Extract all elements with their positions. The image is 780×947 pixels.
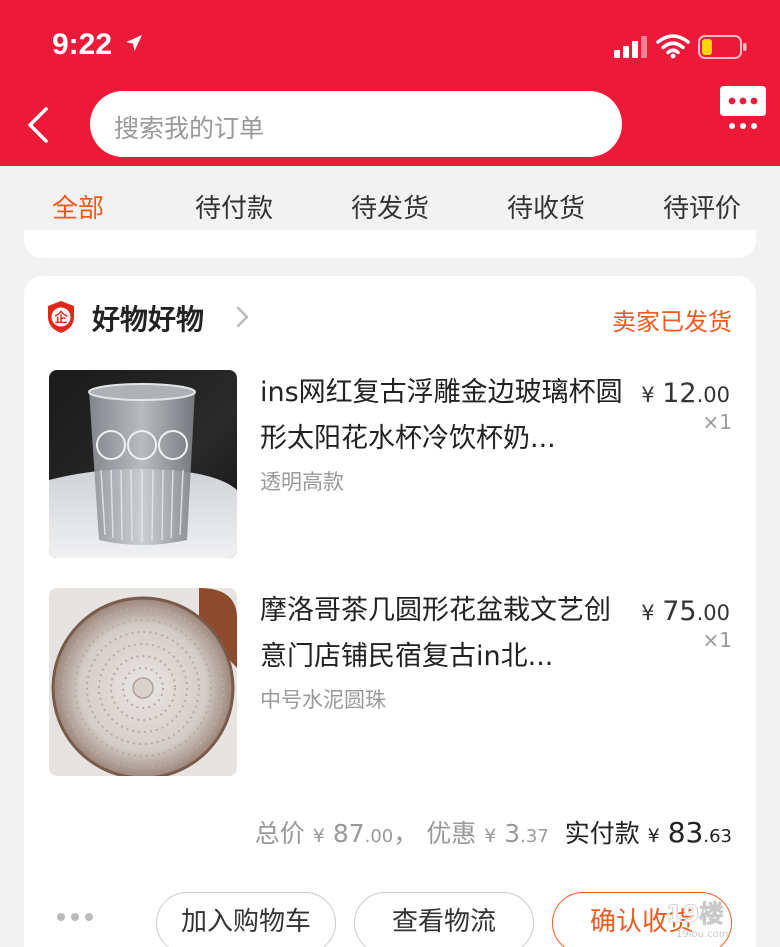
shop-badge-text: 企 [53,310,68,326]
order-item[interactable]: 摩洛哥茶几圆形花盆栽文艺创意门店铺民宿复古in北... 中号水泥圆珠 ¥ 75.… [24,588,756,778]
shop-name[interactable]: 好物好物 [92,298,204,338]
item-price: ¥ 12.00 [641,378,730,409]
item-price: ¥ 75.00 [641,596,730,627]
item-sku: 中号水泥圆珠 [260,688,386,712]
previous-order-card-edge [24,230,756,258]
order-status: 卖家已发货 [612,308,732,336]
tab-pending-review[interactable]: 待评价 [663,188,741,225]
item-quantity: ×1 [702,410,732,434]
shop-badge-icon: 企 [48,301,74,333]
discount-value: 3.37 [504,819,549,848]
order-card[interactable]: 企 好物好物 卖家已发货 ins网红复古浮雕金边玻璃杯圆形太阳花水杯冷饮杯奶..… [24,276,756,947]
product-image-glass-cup[interactable] [49,370,237,558]
tab-pending-receipt[interactable]: 待收货 [507,188,585,225]
item-title[interactable]: 摩洛哥茶几圆形花盆栽文艺创意门店铺民宿复古in北... [260,588,630,680]
more-dots-icon[interactable] [56,912,94,922]
watermark-logo-text: 19楼 [666,900,723,928]
view-logistics-button[interactable]: 查看物流 [354,892,534,947]
chevron-right-icon[interactable] [234,304,252,330]
wifi-icon [656,34,690,59]
discount-label: 优惠 [426,819,477,848]
message-bubble-icon [720,86,766,129]
add-to-cart-button[interactable]: 加入购物车 [156,892,336,947]
item-quantity: ×1 [702,628,732,652]
tab-pending-payment[interactable]: 待付款 [195,188,273,225]
header-bar: 9:22 搜索我的订单 [0,0,780,166]
battery-low-icon [698,35,747,59]
total-label: 总价 [254,819,305,848]
order-summary: 总价 ¥ 87.00， 优惠 ¥ 3.37 实付款 ¥ 83.63 [254,816,732,849]
item-title[interactable]: ins网红复古浮雕金边玻璃杯圆形太阳花水杯冷饮杯奶... [260,370,630,462]
tab-pending-shipment[interactable]: 待发货 [351,188,429,225]
search-placeholder: 搜索我的订单 [114,114,265,143]
product-image-glass-plate[interactable] [49,588,237,776]
signal-icon [614,36,647,58]
status-time: 9:22 [52,28,113,61]
order-item[interactable]: ins网红复古浮雕金边玻璃杯圆形太阳花水杯冷饮杯奶... 透明高款 ¥ 12.0… [24,370,756,560]
watermark-domain: 19lou.com [676,929,729,940]
back-chevron-icon [28,107,48,143]
search-input[interactable]: 搜索我的订单 [90,91,622,157]
total-value: 87.00 [332,819,394,848]
message-button[interactable] [718,82,768,132]
tab-all[interactable]: 全部 [52,188,104,225]
back-button[interactable] [20,100,60,150]
paid-value: 83.63 [667,816,732,849]
location-arrow-icon [126,35,142,51]
paid-label: 实付款 [564,819,640,848]
watermark-logo: 19楼 19lou.com [666,900,729,940]
item-sku: 透明高款 [260,470,344,494]
